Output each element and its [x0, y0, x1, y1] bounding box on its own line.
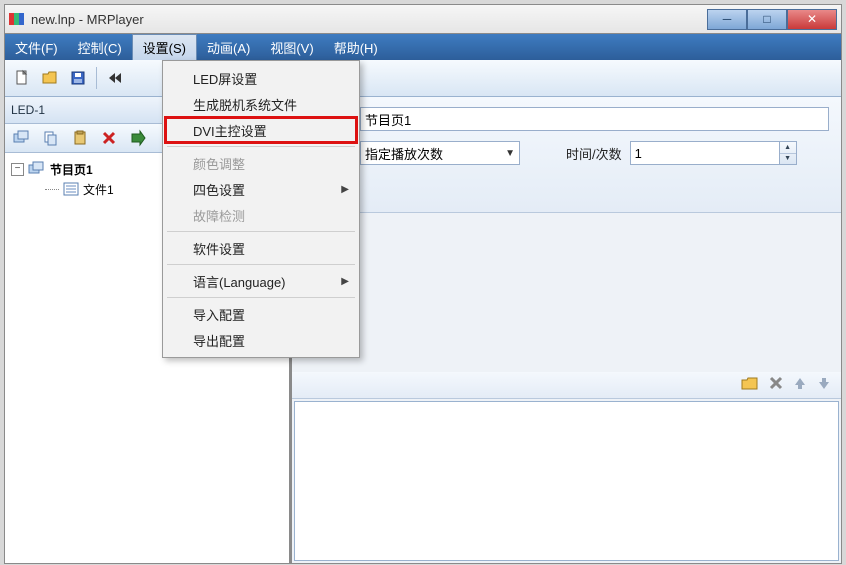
menu-file[interactable]: 文件(F) [5, 34, 68, 60]
menubar: 文件(F) 控制(C) 设置(S) 动画(A) 视图(V) 帮助(H) [5, 34, 841, 60]
paste-button[interactable] [67, 125, 93, 151]
delete-x-icon [101, 130, 117, 146]
main-pane: 目名 选项 指定播放次数 ▼ 时间/次数 1 [292, 97, 841, 563]
send-button[interactable] [125, 125, 151, 151]
open-folder-button[interactable] [741, 375, 759, 394]
delete-x-icon [769, 376, 783, 390]
main-toolbar [5, 60, 841, 97]
menu-anim[interactable]: 动画(A) [197, 34, 260, 60]
menu-fault-detect: 故障检测 [165, 202, 357, 228]
delete-button[interactable] [96, 125, 122, 151]
menu-software-settings[interactable]: 软件设置 [165, 235, 357, 261]
menu-separator [167, 297, 355, 298]
combo-value: 指定播放次数 [365, 144, 443, 163]
move-down-button[interactable] [817, 376, 831, 393]
arrow-right-icon [130, 130, 146, 146]
minimize-button[interactable]: ─ [707, 9, 747, 30]
toolbar-separator [96, 67, 97, 89]
copy-icon [43, 130, 59, 146]
remove-button[interactable] [769, 376, 783, 393]
new-file-icon [14, 70, 30, 86]
paste-icon [72, 130, 88, 146]
app-icon [9, 11, 25, 27]
play-option-combo[interactable]: 指定播放次数 ▼ [360, 141, 520, 165]
move-up-button[interactable] [793, 376, 807, 393]
menu-help[interactable]: 帮助(H) [324, 34, 388, 60]
file-icon [63, 182, 79, 196]
save-button[interactable] [65, 65, 91, 91]
settings-dropdown: LED屏设置 生成脱机系统文件 DVI主控设置 颜色调整 四色设置 ▶ 故障检测… [162, 60, 360, 358]
rewind-button[interactable] [102, 65, 128, 91]
file-list-pane[interactable] [294, 401, 839, 562]
count-spinner[interactable]: ▲ ▼ [780, 141, 797, 165]
open-folder-icon [42, 70, 58, 86]
menu-view[interactable]: 视图(V) [260, 34, 323, 60]
rewind-icon [107, 70, 123, 86]
menu-separator [167, 264, 355, 265]
copy-button[interactable] [38, 125, 64, 151]
close-button[interactable]: ✕ [787, 9, 837, 30]
menu-four-color[interactable]: 四色设置 ▶ [165, 176, 357, 202]
menu-color-adjust: 颜色调整 [165, 150, 357, 176]
window-title: new.lnp - MRPlayer [31, 12, 707, 27]
menu-control[interactable]: 控制(C) [68, 34, 132, 60]
menu-led-screen[interactable]: LED屏设置 [165, 65, 357, 91]
titlebar: new.lnp - MRPlayer ─ □ ✕ [4, 4, 842, 33]
menu-import-config[interactable]: 导入配置 [165, 301, 357, 327]
spin-down-icon[interactable]: ▼ [780, 154, 796, 165]
arrow-up-icon [793, 376, 807, 390]
menu-gen-offline[interactable]: 生成脱机系统文件 [165, 91, 357, 117]
menu-settings[interactable]: 设置(S) [132, 34, 197, 60]
count-input[interactable]: 1 [630, 141, 780, 165]
open-folder-icon [741, 375, 759, 391]
menu-language[interactable]: 语言(Language) ▶ [165, 268, 357, 294]
arrow-down-icon [817, 376, 831, 390]
submenu-arrow-icon: ▶ [341, 184, 349, 195]
tree-collapse-icon[interactable]: − [11, 163, 24, 176]
menu-export-config[interactable]: 导出配置 [165, 327, 357, 353]
spin-up-icon[interactable]: ▲ [780, 142, 796, 154]
tree-child-label: 文件1 [83, 181, 114, 198]
form-area: 目名 选项 指定播放次数 ▼ 时间/次数 1 [292, 97, 841, 213]
pages-icon [13, 130, 31, 146]
tree-connector [45, 189, 59, 190]
add-page-button[interactable] [9, 125, 35, 151]
new-file-button[interactable] [9, 65, 35, 91]
menu-separator [167, 146, 355, 147]
chevron-down-icon: ▼ [505, 148, 515, 159]
maximize-button[interactable]: □ [747, 9, 787, 30]
menu-dvi-master[interactable]: DVI主控设置 [165, 117, 357, 143]
count-label: 时间/次数 [566, 144, 622, 163]
save-icon [70, 70, 86, 86]
page-name-input[interactable] [360, 107, 829, 131]
open-file-button[interactable] [37, 65, 63, 91]
page-icon [28, 161, 46, 177]
submenu-arrow-icon: ▶ [341, 276, 349, 287]
list-toolbar [292, 372, 841, 399]
menu-separator [167, 231, 355, 232]
tree-root-label: 节目页1 [50, 161, 93, 178]
